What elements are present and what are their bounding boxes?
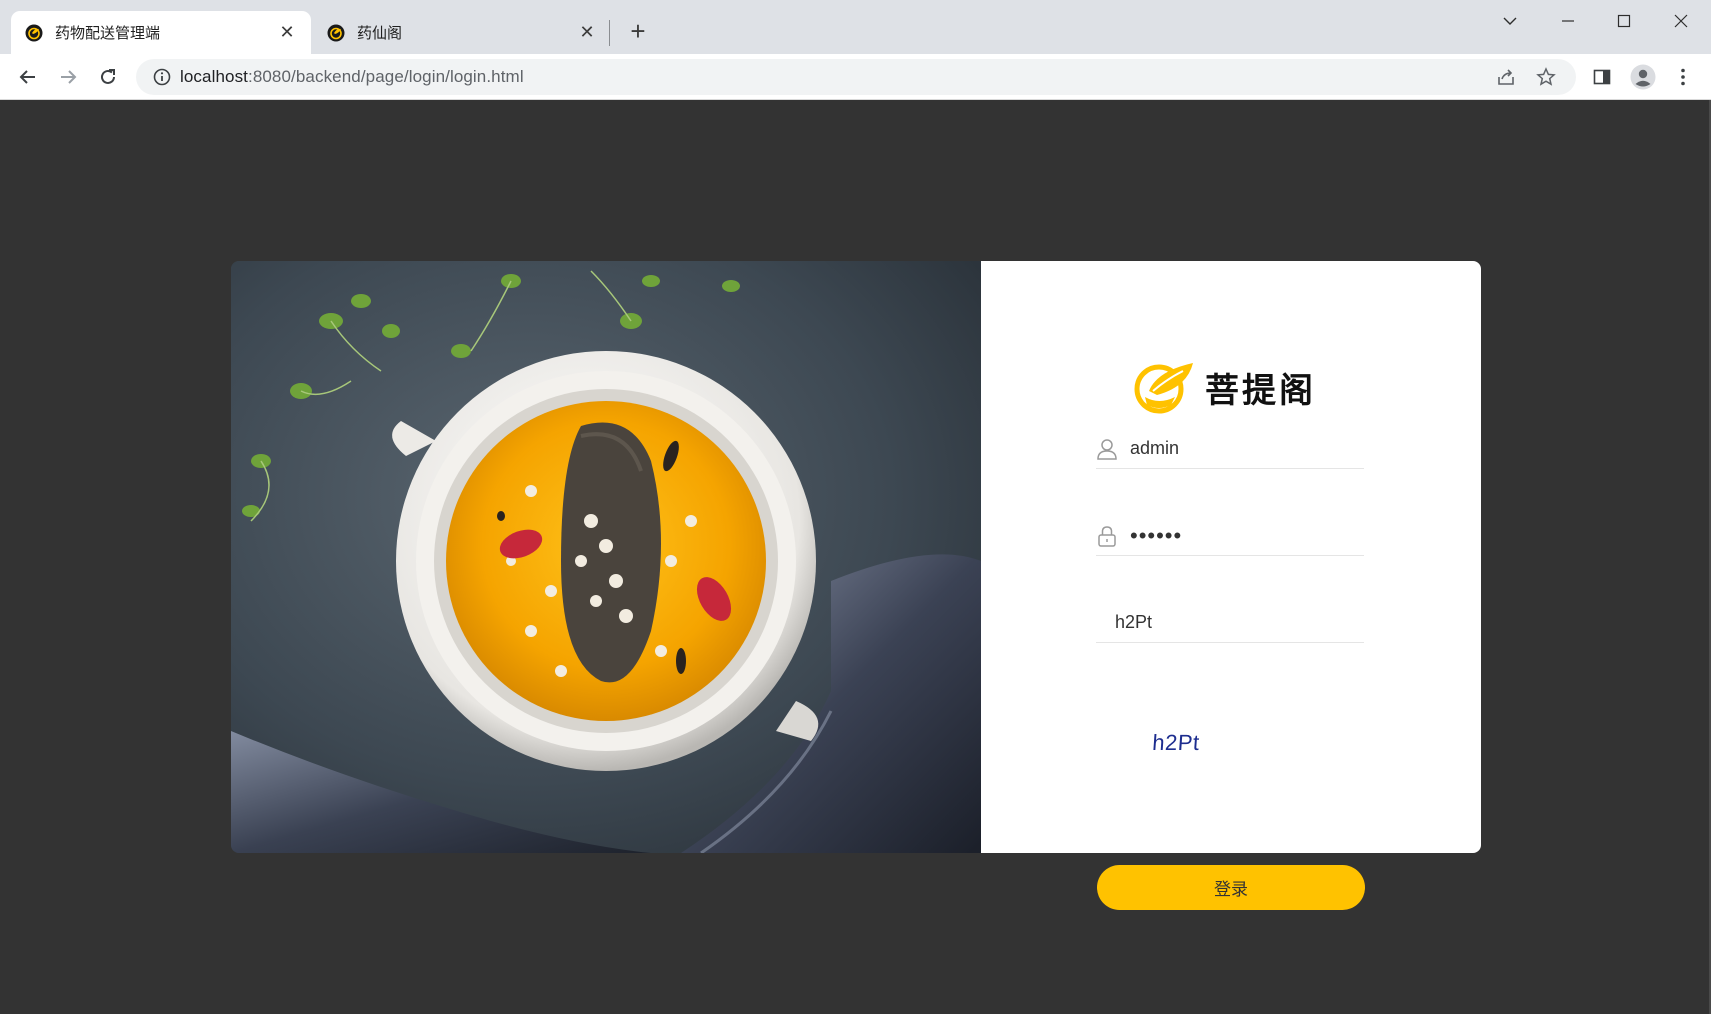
site-favicon-icon: [25, 24, 43, 41]
food-photo: [231, 261, 981, 853]
close-window-icon[interactable]: [1663, 8, 1699, 34]
password-input[interactable]: [1130, 522, 1350, 549]
back-arrow-icon[interactable]: [12, 61, 44, 93]
login-button[interactable]: 登录: [1097, 865, 1365, 910]
tab-inactive[interactable]: 药仙阁 ✕: [313, 11, 611, 54]
tab-active[interactable]: 药物配送管理端 ✕: [11, 11, 311, 54]
maximize-icon[interactable]: [1606, 8, 1642, 34]
profile-avatar-icon[interactable]: [1627, 61, 1659, 93]
browser-tab-strip: 药物配送管理端 ✕ 药仙阁 ✕ +: [0, 0, 1711, 54]
brand-logo: 菩提阁: [1131, 359, 1316, 415]
login-form-panel: 菩提阁 h2Pt: [981, 261, 1481, 853]
password-field[interactable]: [1096, 516, 1364, 556]
close-tab-icon[interactable]: ✕: [577, 22, 597, 43]
tab-title: 药物配送管理端: [55, 25, 161, 42]
more-menu-icon[interactable]: [1667, 61, 1699, 93]
new-tab-icon[interactable]: +: [624, 18, 652, 46]
close-tab-icon[interactable]: ✕: [277, 22, 297, 43]
user-icon: [1096, 438, 1118, 460]
username-field[interactable]: [1096, 429, 1364, 469]
bookmark-star-icon[interactable]: [1530, 61, 1562, 93]
forward-arrow-icon[interactable]: [52, 61, 84, 93]
username-input[interactable]: [1130, 438, 1350, 459]
url-text: localhost:8080/backend/page/login/login.…: [180, 67, 524, 86]
tab-title: 药仙阁: [357, 25, 403, 42]
side-panel-icon[interactable]: [1586, 61, 1618, 93]
browser-toolbar: localhost:8080/backend/page/login/login.…: [0, 54, 1711, 100]
tab-separator: [609, 20, 610, 46]
brand-leaf-logo-icon: [1134, 363, 1193, 414]
captcha-field[interactable]: [1096, 603, 1364, 643]
site-favicon-icon: [327, 24, 345, 41]
captcha-input[interactable]: [1096, 612, 1316, 633]
tab-search-chevron-icon[interactable]: [1492, 8, 1528, 34]
captcha-image[interactable]: h2Pt: [1130, 724, 1223, 762]
share-icon[interactable]: [1490, 61, 1522, 93]
reload-icon[interactable]: [92, 61, 124, 93]
lock-icon: [1096, 525, 1118, 547]
login-card: 菩提阁 h2Pt: [231, 261, 1481, 853]
minimize-icon[interactable]: [1550, 8, 1586, 34]
address-bar[interactable]: localhost:8080/backend/page/login/login.…: [136, 59, 1576, 95]
brand-name: 菩提阁: [1205, 370, 1316, 411]
site-info-icon[interactable]: [144, 59, 180, 95]
